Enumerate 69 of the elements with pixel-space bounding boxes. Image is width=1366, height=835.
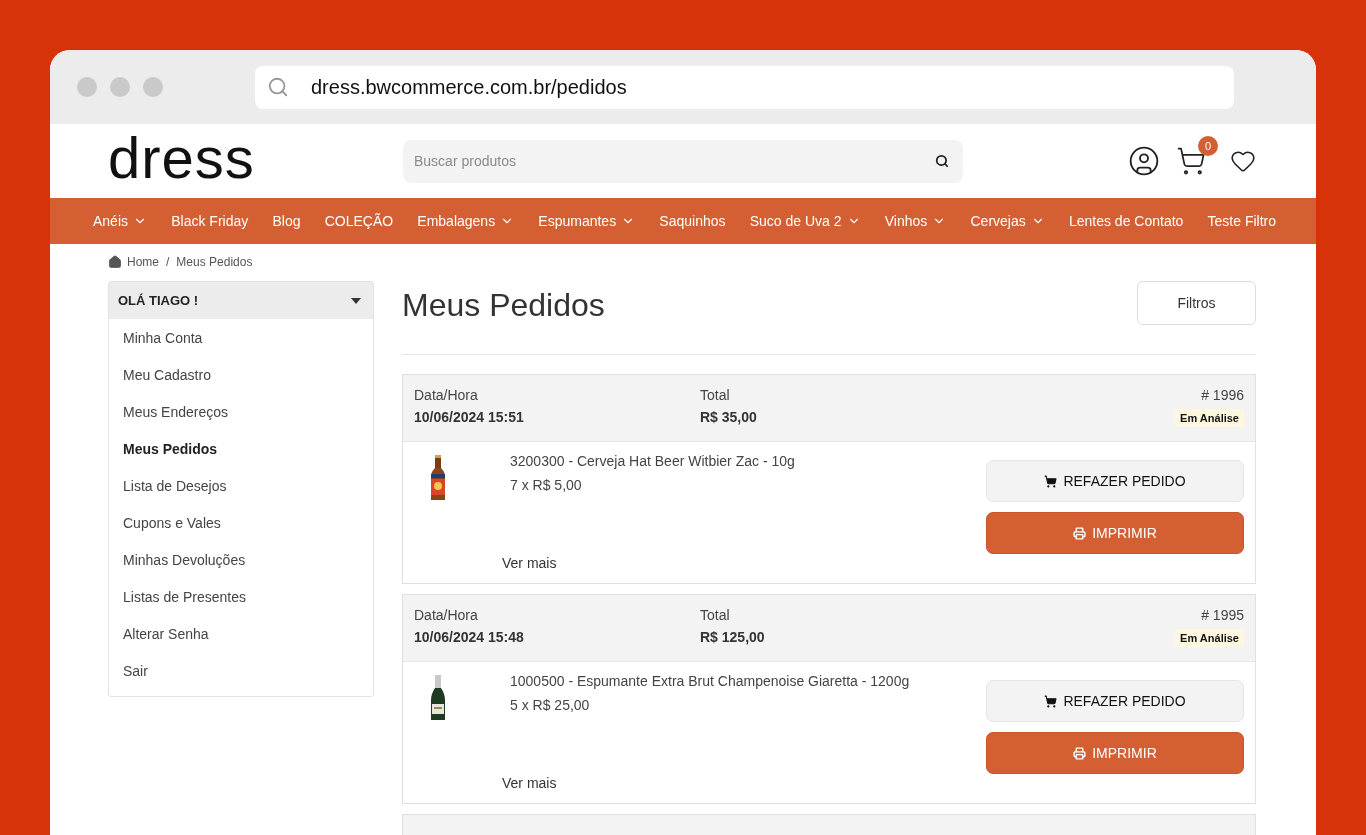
printer-icon [1073, 526, 1087, 540]
cart-count: 0 [1198, 136, 1218, 156]
address-bar[interactable]: dress.bwcommerce.com.br/pedidos [255, 65, 1234, 109]
menu-item[interactable]: Alterar Senha [109, 615, 373, 652]
nav-item[interactable]: Teste Filtro [1207, 213, 1276, 229]
logo[interactable]: dress [108, 129, 403, 187]
product-quantity: 7 x R$ 5,00 [510, 477, 583, 493]
order-total: R$ 125,00 [700, 629, 766, 645]
nav-item[interactable]: Cervejas [970, 213, 1045, 229]
window-dot[interactable] [143, 77, 163, 97]
menu-item[interactable]: Minhas Devoluções [109, 541, 373, 578]
status-tag: Em Análise [1175, 629, 1244, 647]
print-button[interactable]: IMPRIMIR [986, 732, 1244, 774]
nav-item[interactable]: Lentes de Contato [1068, 213, 1184, 229]
product-name: 3200300 - Cerveja Hat Beer Witbier Zac - 10g [510, 453, 795, 469]
date-label: Data/Hora [414, 607, 479, 623]
search-icon [267, 76, 289, 98]
search-icon[interactable] [935, 153, 949, 168]
total-label: Total [700, 607, 731, 623]
status-tag: Em Análise [1175, 409, 1244, 427]
nav-item[interactable]: Vinhos [884, 213, 947, 229]
nav-item[interactable]: Suco de Uva 2 [749, 213, 861, 229]
order-number: # 1996 [1201, 387, 1244, 403]
order-date: 10/06/2024 15:51 [414, 409, 525, 425]
print-button[interactable]: IMPRIMIR [986, 512, 1244, 554]
account-menu-header[interactable]: OLÁ TIAGO ! [109, 282, 373, 319]
nav-item[interactable]: Saquinhos [659, 213, 726, 229]
nav-item[interactable]: Embalagens [417, 213, 515, 229]
reorder-button[interactable]: REFAZER PEDIDO [986, 680, 1244, 722]
nav-item[interactable]: Blog [272, 213, 301, 229]
heart-icon[interactable] [1230, 148, 1256, 174]
cart-icon [1044, 694, 1058, 708]
menu-item[interactable]: Meus Endereços [109, 393, 373, 430]
menu-item[interactable]: Meu Cadastro [109, 356, 373, 393]
nav-item[interactable]: Anéis [93, 213, 148, 229]
user-icon[interactable] [1128, 145, 1160, 177]
menu-item[interactable]: Listas de Presentes [109, 578, 373, 615]
menu-item[interactable]: Sair [109, 652, 373, 689]
reorder-button[interactable]: REFAZER PEDIDO [986, 460, 1244, 502]
breadcrumb-link[interactable]: Meus Pedidos [176, 255, 253, 269]
greeting: OLÁ TIAGO ! [118, 293, 199, 308]
order-number: # 1995 [1201, 607, 1244, 623]
menu-item[interactable]: Lista de Desejos [109, 467, 373, 504]
filter-button[interactable]: Filtros [1137, 281, 1256, 325]
window-dot[interactable] [110, 77, 130, 97]
breadcrumb-separator: / [166, 255, 170, 269]
nav-item[interactable]: COLEÇÃO [324, 213, 394, 229]
date-label: Data/Hora [414, 387, 479, 403]
home-icon [108, 255, 122, 269]
cart-icon[interactable] [1176, 146, 1206, 176]
order-date: 10/06/2024 15:48 [414, 629, 525, 645]
see-more-link[interactable]: Ver mais [502, 775, 986, 791]
nav-item[interactable]: Black Friday [171, 213, 249, 229]
breadcrumb-link[interactable]: Home [127, 255, 159, 269]
search-field[interactable]: Buscar produtos [403, 139, 963, 183]
page-title: Meus Pedidos [402, 287, 605, 324]
product-name: 1000500 - Espumante Extra Brut Champenoise Giaretta - 1200g [510, 673, 910, 689]
printer-icon [1073, 746, 1087, 760]
caret-icon [351, 297, 361, 304]
total-label: Total [700, 387, 731, 403]
see-more-link[interactable]: Ver mais [502, 555, 986, 571]
menu-item[interactable]: Meus Pedidos [109, 430, 373, 467]
cart-icon [1044, 474, 1058, 488]
nav-item[interactable]: Espumantes [538, 213, 636, 229]
menu-item[interactable]: Cupons e Vales [109, 504, 373, 541]
product-quantity: 5 x R$ 25,00 [510, 697, 591, 713]
window-dot[interactable] [77, 77, 97, 97]
order-total: R$ 35,00 [700, 409, 758, 425]
menu-item[interactable]: Minha Conta [109, 319, 373, 356]
